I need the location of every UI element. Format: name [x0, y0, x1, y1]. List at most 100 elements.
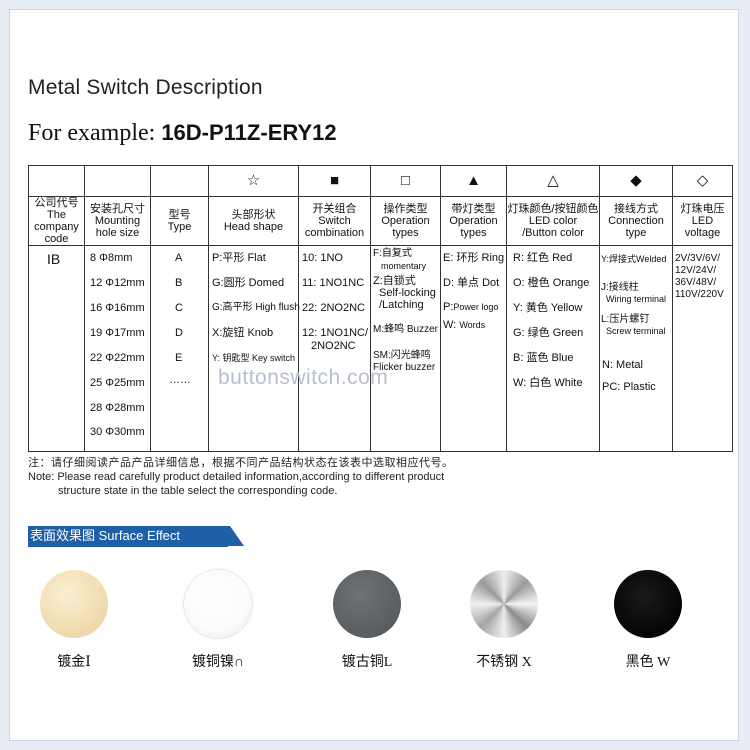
hole-size-item: 25 Φ25mm — [90, 377, 145, 389]
connection-plastic: PC: Plastic — [602, 381, 656, 393]
type-item: C — [175, 302, 183, 314]
led-color-item: O: 橙色 Orange — [513, 277, 590, 289]
head-shape-item: X:旋钮 Knob — [212, 327, 274, 339]
filled-triangle-symbol: ▲ — [440, 165, 507, 197]
surface-swatch-stainless — [470, 570, 538, 638]
led-color-item: B: 蓝色 Blue — [513, 352, 574, 364]
operation-types-cell: F:自复式 momentary Z:自锁式 Self-locking /Latc… — [370, 245, 441, 452]
lamp-ring: E: 环形 Ring — [443, 252, 505, 264]
note-cn: 注：请仔细阅读产品产品详细信息，根据不同产品结构状态在该表中选取相应代号。 — [28, 457, 454, 469]
lamp-types-cell: E: 环形 Ring D: 单点 Dot P:Power logo W: Wor… — [440, 245, 507, 452]
header-company: 公司代号 The company code — [28, 196, 85, 246]
hole-size-cell: 8 Φ8mm 12 Φ12mm 16 Φ16mm 19 Φ17mm 22 Φ22… — [84, 245, 151, 452]
symbol-cell-empty — [84, 165, 151, 197]
header-operation-types: 操作类型 Operation types — [370, 196, 441, 246]
led-color-cell: R: 红色 Red O: 橙色 Orange Y: 黄色 Yellow G: 绿… — [506, 245, 600, 452]
head-shape-item: P:平形 Flat — [212, 252, 266, 264]
head-shape-cell: P:平形 Flat G:圆形 Domed G:高平形 High flush X:… — [208, 245, 300, 452]
led-color-item: G: 绿色 Green — [513, 327, 584, 339]
surface-label-stainless: 不锈钢 X — [476, 655, 532, 670]
surface-effect-title: 表面效果图 Surface Effect — [28, 526, 244, 546]
example-code: 16D-P11Z-ERY12 — [161, 120, 337, 145]
voltage-item: 12V/24V/ — [675, 265, 717, 276]
empty-triangle-symbol: △ — [506, 165, 600, 197]
voltage-item: 110V/220V — [675, 289, 724, 300]
type-cell: A B C D E …… — [150, 245, 209, 452]
operation-flicker-cn: SM:闪光蜂鸣 — [373, 350, 431, 361]
operation-latching-en: Self-locking — [379, 287, 436, 299]
surface-label-nickel: 镀铜镍∩ — [191, 655, 245, 670]
surface-label-bronze: 镀古铜L — [341, 655, 393, 670]
symbol-cell-empty — [28, 165, 85, 197]
symbol-cell-empty — [150, 165, 209, 197]
header-connection-type: 接线方式 Connection type — [599, 196, 673, 246]
hole-size-item: 22 Φ22mm — [90, 352, 145, 364]
header-led-voltage: 灯珠电压 LED voltage — [672, 196, 733, 246]
surface-swatch-bronze — [333, 570, 401, 638]
switch-combo-item: 2NO2NC — [311, 340, 356, 352]
switch-combination-cell: 10: 1NO 11: 1NO1NC 22: 2NO2NC 12: 1NO1NC… — [298, 245, 371, 452]
operation-buzzer: M:蜂鸣 Buzzer — [373, 324, 439, 335]
hole-size-item: 12 Φ12mm — [90, 277, 145, 289]
led-color-item: W: 白色 White — [513, 377, 583, 389]
type-item: …… — [169, 374, 191, 386]
head-shape-item: G:圆形 Domed — [212, 277, 285, 289]
company-code-cell: IB — [28, 245, 85, 452]
connection-welded: Y:焊接式Welded — [601, 254, 667, 264]
switch-combo-item: 12: 1NO1NC/ — [302, 327, 369, 339]
operation-latching-cn: Z:自锁式 — [373, 275, 416, 287]
lamp-power-logo: P:Power logo — [443, 301, 499, 313]
note: 注：请仔细阅读产品产品详细信息，根据不同产品结构状态在该表中选取相应代号。 No… — [28, 456, 454, 498]
led-color-item: R: 红色 Red — [513, 252, 573, 264]
surface-swatch-gold — [40, 570, 108, 638]
hole-size-item: 28 Φ28mm — [90, 402, 145, 414]
type-item: A — [175, 252, 183, 264]
head-shape-item: G:高平形 High flush — [212, 302, 300, 313]
header-lamp-types: 带灯类型 Operation types — [440, 196, 507, 246]
header-hole-size: 安装孔尺寸 Mounting hole size — [84, 196, 151, 246]
filled-diamond-symbol: ◆ — [599, 165, 673, 197]
company-code: IB — [47, 251, 61, 267]
head-shape-item: Y: 钥匙型 Key switch — [212, 353, 296, 363]
led-color-item: Y: 黄色 Yellow — [513, 302, 583, 314]
header-switch-combination: 开关组合 Switch combination — [298, 196, 371, 246]
surface-swatch-black — [614, 570, 682, 638]
led-voltage-cell: 2V/3V/6V/ 12V/24V/ 36V/48V/ 110V/220V — [672, 245, 733, 452]
surface-effect-underline — [28, 545, 228, 547]
switch-combo-item: 22: 2NO2NC — [302, 302, 365, 314]
symbol-row: ☆ ■ □ ▲ △ ◆ ◇ — [28, 165, 733, 197]
lamp-dot: D: 单点 Dot — [443, 277, 500, 289]
switch-combo-item: 10: 1NO — [302, 252, 343, 264]
operation-momentary-en: momentary — [381, 261, 427, 271]
header-type: 型号 Type — [150, 196, 209, 246]
page-title: Metal Switch Description — [28, 76, 263, 99]
star-symbol: ☆ — [208, 165, 299, 197]
example-prefix: For example: — [28, 120, 156, 146]
operation-momentary-cn: F:自复式 — [373, 248, 412, 259]
note-en-line2: structure state in the table select the … — [58, 485, 338, 497]
surface-swatch-nickel — [184, 570, 252, 638]
hole-size-item: 30 Φ30mm — [90, 426, 145, 438]
hole-size-item: 16 Φ16mm — [90, 302, 145, 314]
example-line: For example: 16D-P11Z-ERY12 — [28, 120, 337, 147]
voltage-item: 36V/48V/ — [675, 277, 717, 288]
header-row: 公司代号 The company code 安装孔尺寸 Mounting hole siz… — [28, 196, 733, 246]
voltage-item: 2V/3V/6V/ — [675, 253, 721, 264]
switch-combo-item: 11: 1NO1NC — [302, 277, 365, 289]
lamp-words: W: Words — [443, 319, 486, 331]
note-en-line1: Note: Please read carefully product deta… — [28, 471, 445, 483]
header-head-shape: 头部形状 Head shape — [208, 196, 299, 246]
operation-latching-en2: /Latching — [379, 299, 424, 311]
connection-metal: N: Metal — [602, 359, 643, 371]
surface-label-black: 黑色 W — [625, 655, 671, 670]
connection-screw-en: Screw terminal — [606, 326, 666, 336]
code-table: ☆ ■ □ ▲ △ ◆ ◇ 公司代号 The company code 安装孔尺寸 Mo… — [28, 165, 733, 452]
hole-size-item: 19 Φ17mm — [90, 327, 145, 339]
type-item: D — [175, 327, 183, 339]
empty-diamond-symbol: ◇ — [672, 165, 733, 197]
values-row: IB 8 Φ8mm 12 Φ12mm 16 Φ16mm 19 Φ17mm 22 … — [28, 245, 733, 452]
filled-square-symbol: ■ — [298, 165, 371, 197]
header-led-color: 灯珠颜色/按钮颜色 LED color/Button color — [506, 196, 600, 246]
empty-square-symbol: □ — [370, 165, 441, 197]
type-item: B — [175, 277, 183, 289]
